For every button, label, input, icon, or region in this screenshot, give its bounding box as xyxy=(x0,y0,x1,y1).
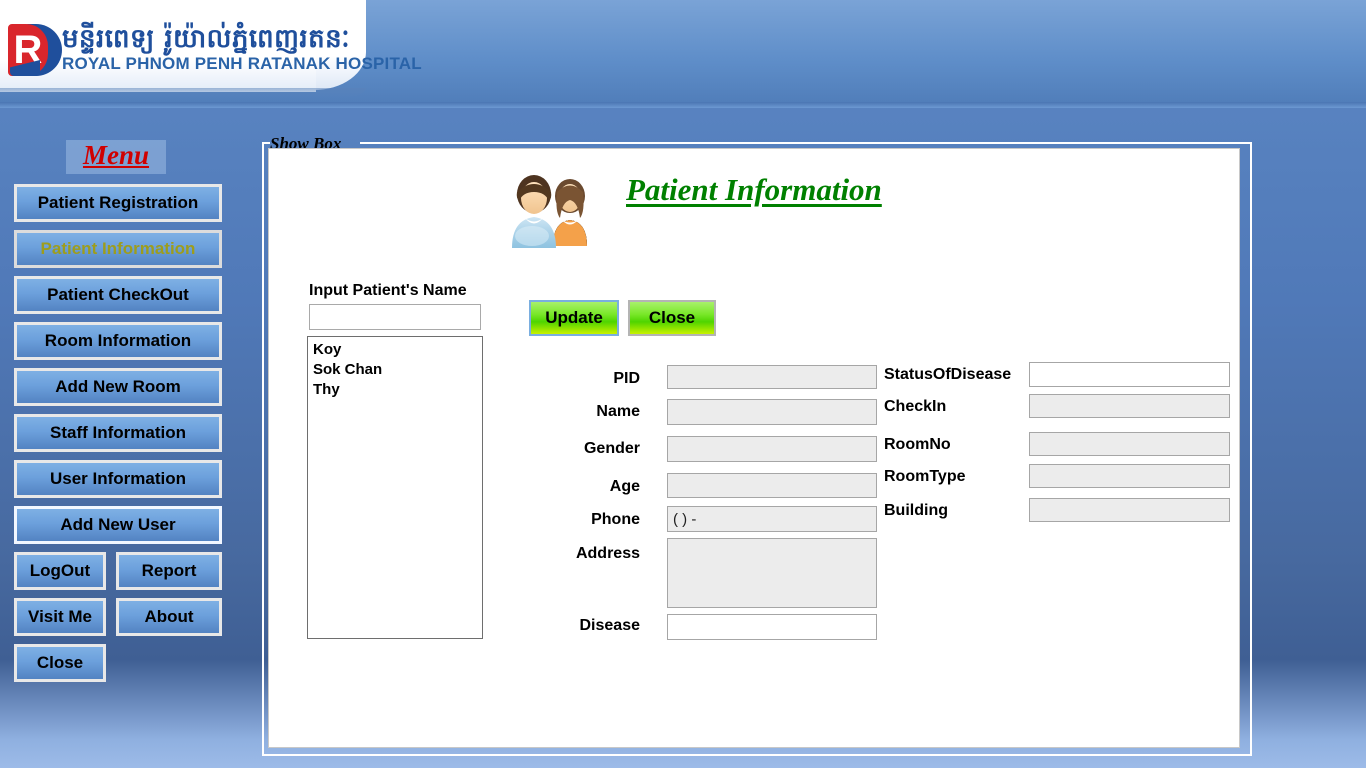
sidebar-item-patient-checkout[interactable]: Patient CheckOut xyxy=(14,276,222,314)
sidebar-item-label: Room Information xyxy=(44,331,192,350)
hospital-logo-icon: R xyxy=(8,24,62,76)
disease-field[interactable] xyxy=(667,614,877,640)
patient-name-search-input[interactable] xyxy=(309,304,481,330)
group-frame-top-left xyxy=(262,142,270,144)
menu-title: Menu xyxy=(66,140,166,174)
sidebar-item-add-new-user[interactable]: Add New User xyxy=(14,506,222,544)
sidebar-item-label: User Information xyxy=(49,469,187,488)
gender-label: Gender xyxy=(583,440,640,457)
age-label: Age xyxy=(609,478,640,495)
address-label: Address xyxy=(575,545,640,562)
sidebar-item-label: Patient Registration xyxy=(37,193,199,212)
update-button[interactable]: Update xyxy=(529,300,619,336)
roomno-field[interactable] xyxy=(1029,432,1230,456)
list-item[interactable]: Thy xyxy=(313,380,477,400)
sidebar-item-label: Patient CheckOut xyxy=(47,285,189,304)
phone-label: Phone xyxy=(591,511,640,528)
pid-field[interactable] xyxy=(667,365,877,389)
status-of-disease-label: StatusOfDisease xyxy=(884,366,1012,383)
status-of-disease-field[interactable] xyxy=(1029,362,1230,387)
name-field[interactable] xyxy=(667,399,877,425)
name-label: Name xyxy=(596,403,640,420)
input-patient-name-label: Input Patient's Name xyxy=(309,282,467,299)
sidebar-item-close[interactable]: Close xyxy=(14,644,106,682)
sidebar-item-patient-registration[interactable]: Patient Registration xyxy=(14,184,222,222)
checkin-label: CheckIn xyxy=(884,398,947,415)
sidebar-item-visit-me[interactable]: Visit Me xyxy=(14,598,106,636)
sidebar-item-label: Report xyxy=(141,561,197,580)
header-banner: R មន្ទីរពេទ្យ រ៉ូយ៉ាល់ភ្នំពេញរតនៈ ROYAL … xyxy=(0,0,1366,108)
application-window: R មន្ទីរពេទ្យ រ៉ូយ៉ាល់ភ្នំពេញរតនៈ ROYAL … xyxy=(0,0,1366,768)
roomtype-label: RoomType xyxy=(884,468,966,485)
sidebar-item-label: Add New Room xyxy=(55,377,181,396)
sidebar-menu: Menu Patient Registration Patient Inform… xyxy=(0,108,240,768)
page-title: Patient Information xyxy=(626,172,882,207)
list-item[interactable]: Sok Chan xyxy=(313,360,477,380)
age-field[interactable] xyxy=(667,473,877,498)
sidebar-item-room-information[interactable]: Room Information xyxy=(14,322,222,360)
roomtype-field[interactable] xyxy=(1029,464,1230,488)
sidebar-item-user-information[interactable]: User Information xyxy=(14,460,222,498)
sidebar-item-logout[interactable]: LogOut xyxy=(14,552,106,590)
group-frame-top-right xyxy=(360,142,1252,144)
checkin-field[interactable] xyxy=(1029,394,1230,418)
patient-list[interactable]: Koy Sok Chan Thy xyxy=(307,336,483,639)
close-button-label: Close xyxy=(648,308,696,327)
pid-label: PID xyxy=(613,370,640,387)
sidebar-item-label: Visit Me xyxy=(28,607,92,626)
list-item[interactable]: Koy xyxy=(313,340,477,360)
address-field[interactable] xyxy=(667,538,877,608)
sidebar-item-label: Patient Information xyxy=(40,239,196,258)
gender-field[interactable] xyxy=(667,436,877,462)
sidebar-item-add-new-room[interactable]: Add New Room xyxy=(14,368,222,406)
sidebar-item-staff-information[interactable]: Staff Information xyxy=(14,414,222,452)
building-label: Building xyxy=(884,502,948,519)
phone-field[interactable]: ( ) - xyxy=(667,506,877,532)
sidebar-item-report[interactable]: Report xyxy=(116,552,222,590)
update-button-label: Update xyxy=(545,308,603,327)
sidebar-item-label: Add New User xyxy=(60,515,176,534)
sidebar-item-label: Close xyxy=(36,653,84,672)
sidebar-item-label: LogOut xyxy=(29,561,91,580)
close-button[interactable]: Close xyxy=(628,300,716,336)
sidebar-item-label: About xyxy=(144,607,194,626)
sidebar-item-label: Staff Information xyxy=(50,423,186,442)
sidebar-item-about[interactable]: About xyxy=(116,598,222,636)
couple-avatar-icon xyxy=(498,168,604,248)
hospital-name-english: ROYAL PHNOM PENH RATANAK HOSPITAL xyxy=(62,54,422,73)
roomno-label: RoomNo xyxy=(884,436,951,453)
building-field[interactable] xyxy=(1029,498,1230,522)
sidebar-item-patient-information[interactable]: Patient Information xyxy=(14,230,222,268)
disease-label: Disease xyxy=(579,617,641,634)
header-curve-shadow xyxy=(0,88,366,98)
